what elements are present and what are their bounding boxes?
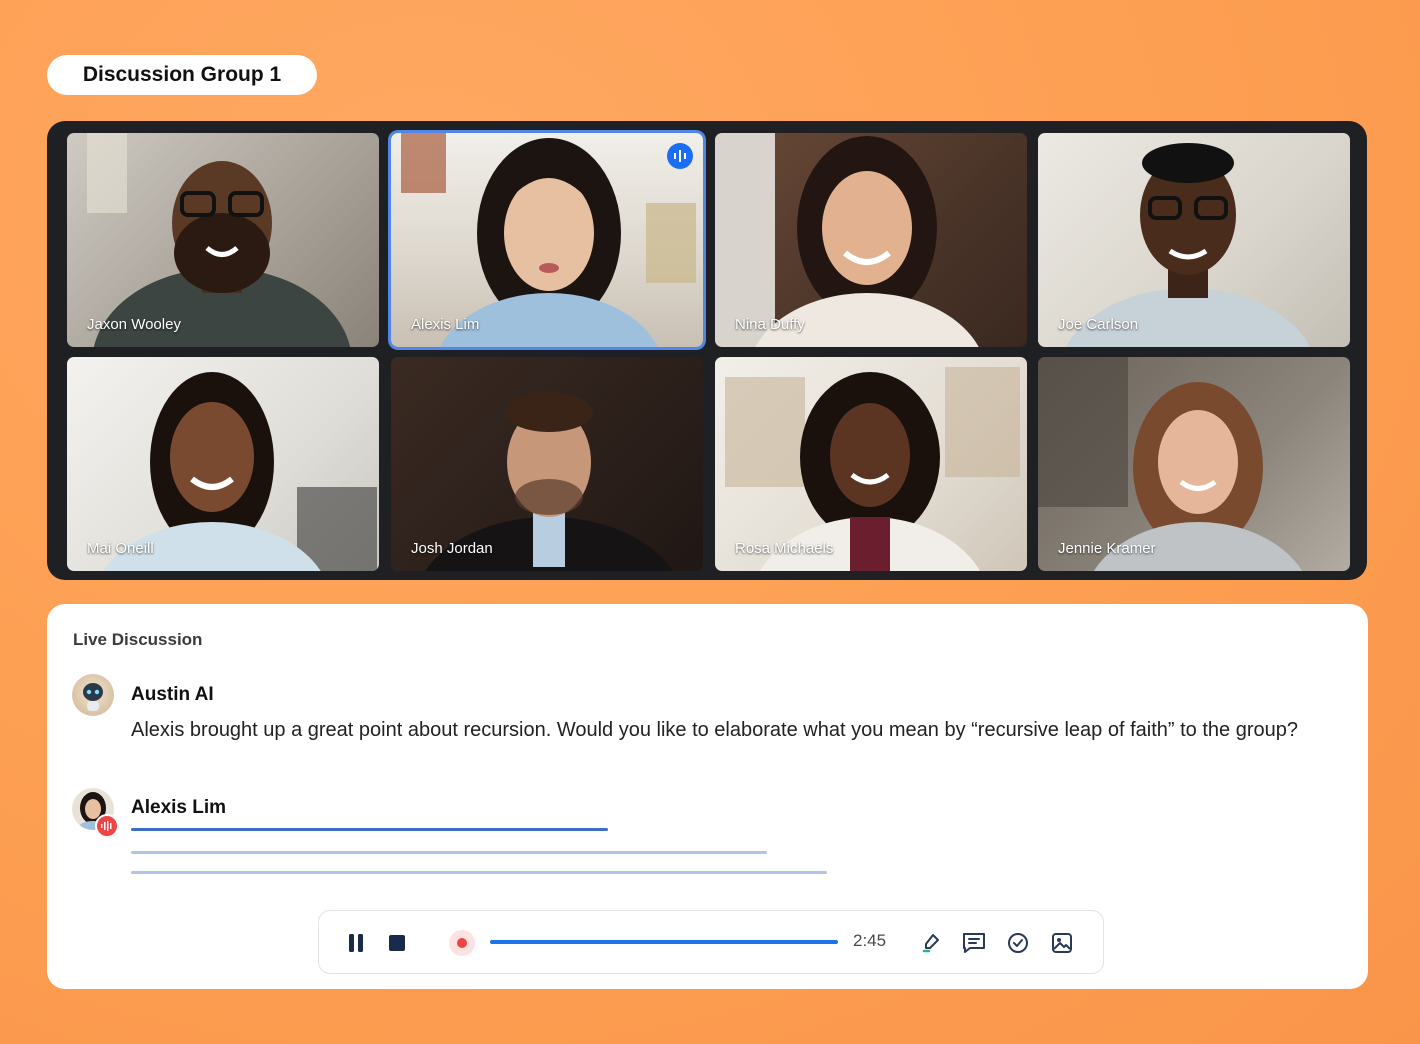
person-silhouette-icon <box>425 392 673 571</box>
person-silhouette-icon <box>401 133 696 347</box>
participant-name: Rosa Michaels <box>735 540 834 557</box>
message-author: Alexis Lim <box>131 797 227 818</box>
pause-icon[interactable] <box>343 931 369 955</box>
typing-line-primary <box>131 828 608 831</box>
group-title: Discussion Group 1 <box>82 63 282 86</box>
person-silhouette-icon <box>725 367 1020 571</box>
video-grid: Jaxon Wooley Alexis Lim Nina Duffy Joe C… <box>47 121 1367 580</box>
message-text: Alexis brought up a great point about re… <box>131 719 1298 741</box>
typing-line <box>131 851 767 854</box>
person-silhouette-icon <box>715 133 979 347</box>
video-tile-alexis[interactable]: Alexis Lim <box>391 133 703 347</box>
video-tile-josh[interactable]: Josh Jordan <box>391 357 703 571</box>
speaking-indicator-icon <box>667 143 693 169</box>
panel-title: Live Discussion <box>73 630 203 649</box>
message-author: Austin AI <box>131 684 214 705</box>
video-tile-joe[interactable]: Joe Carlson <box>1038 133 1350 347</box>
recording-controls: 2:45 <box>318 910 1104 974</box>
speaking-wave-icon <box>95 814 119 838</box>
recording-progress[interactable] <box>490 940 838 944</box>
group-title-pill: Discussion Group 1 <box>47 55 317 95</box>
person-silhouette-icon <box>103 372 377 571</box>
typing-line <box>131 871 827 874</box>
person-silhouette-icon <box>87 133 351 347</box>
participant-name: Mai Oneill <box>87 540 154 557</box>
stop-icon[interactable] <box>385 931 409 955</box>
video-tile-rosa[interactable]: Rosa Michaels <box>715 357 1027 571</box>
video-tile-nina[interactable]: Nina Duffy <box>715 133 1027 347</box>
participant-name: Alexis Lim <box>411 316 480 333</box>
participant-name: Jaxon Wooley <box>87 316 181 333</box>
person-silhouette-icon <box>1038 357 1303 571</box>
record-dot-icon <box>449 930 475 956</box>
video-tile-mai[interactable]: Mai Oneill <box>67 357 379 571</box>
participant-name: Jennie Kramer <box>1058 540 1156 557</box>
participant-name: Nina Duffy <box>735 316 805 333</box>
live-discussion-panel: Live Discussion Austin AI Alexis brought… <box>47 604 1368 989</box>
video-tile-jaxon[interactable]: Jaxon Wooley <box>67 133 379 347</box>
participant-name: Josh Jordan <box>411 540 493 557</box>
check-circle-icon[interactable] <box>1004 929 1032 957</box>
austin-ai-avatar <box>72 674 114 716</box>
robot-icon <box>83 683 103 711</box>
video-tile-jennie[interactable]: Jennie Kramer <box>1038 357 1350 571</box>
participant-name: Joe Carlson <box>1058 316 1139 333</box>
person-silhouette-icon <box>1065 143 1311 347</box>
image-icon[interactable] <box>1048 929 1076 957</box>
recording-timer: 2:45 <box>853 931 887 950</box>
highlighter-icon[interactable] <box>917 929 945 957</box>
comment-icon[interactable] <box>960 929 988 957</box>
